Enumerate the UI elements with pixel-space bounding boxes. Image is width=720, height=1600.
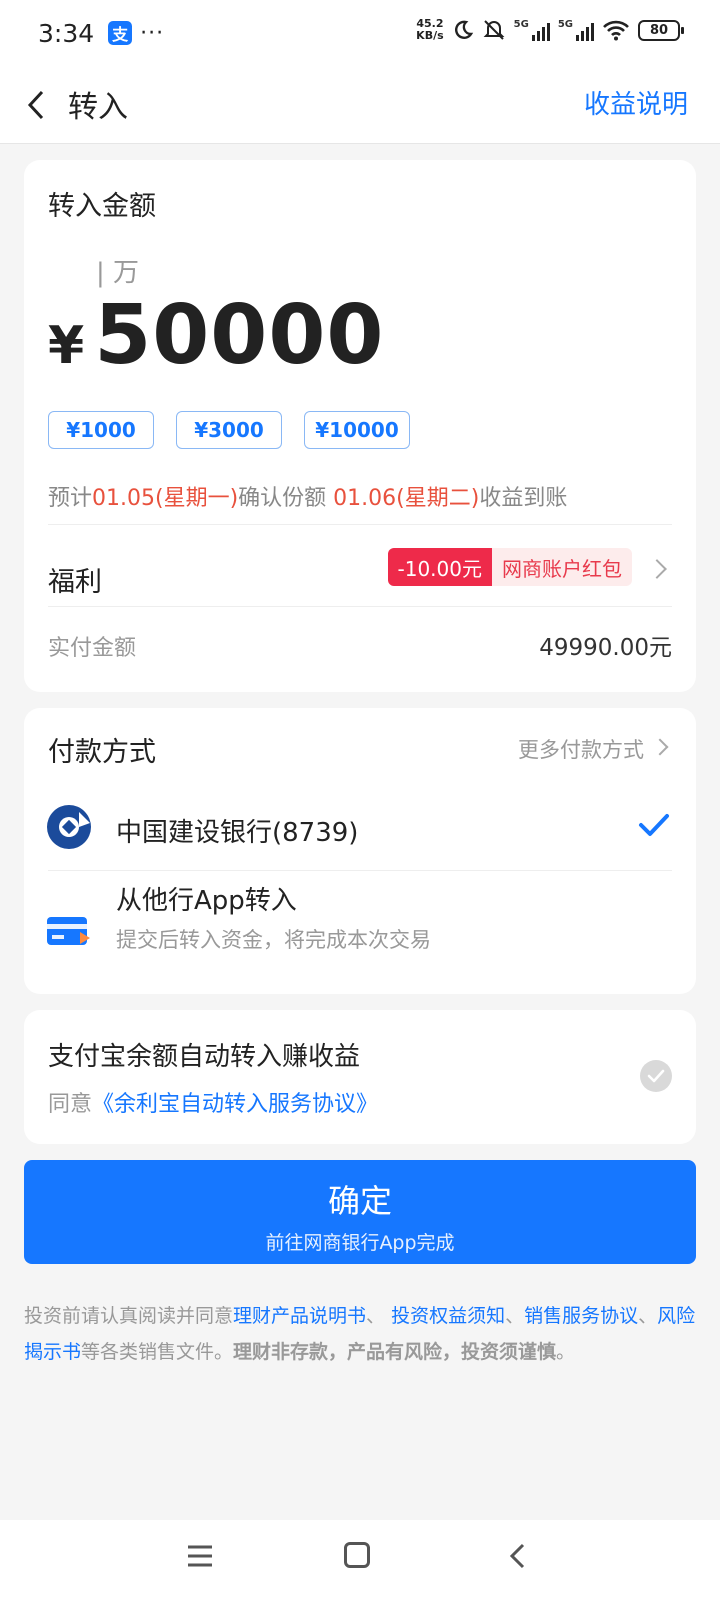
chevron-right-icon[interactable] xyxy=(647,559,667,579)
risk-warning: 理财非存款，产品有风险，投资须谨慎 xyxy=(233,1341,557,1363)
other-bank-app-option[interactable]: 从他行App转入 xyxy=(116,880,297,917)
currency-symbol: ¥ xyxy=(48,316,85,376)
quick-amount-options: ¥1000 ¥3000 ¥10000 xyxy=(48,411,410,449)
quick-amount-button[interactable]: ¥3000 xyxy=(176,411,282,449)
nav-bar: 转入 收益说明 xyxy=(0,66,720,144)
sim1-label: 5G xyxy=(513,19,529,30)
sales-agreement-link[interactable]: 销售服务协议 xyxy=(524,1305,638,1327)
silent-icon xyxy=(483,20,505,40)
system-navigation-bar xyxy=(0,1520,720,1600)
benefit-amount: -10.00元 xyxy=(387,548,492,586)
divider xyxy=(48,524,672,525)
income-date: 01.06(星期二) xyxy=(333,486,480,511)
agree-prefix: 同意 xyxy=(48,1092,93,1117)
signal-icon-sim2: 5G xyxy=(558,19,594,41)
confirm-button-sublabel: 前往网商银行App完成 xyxy=(265,1232,455,1254)
network-speed: 45.2 KB/s xyxy=(416,18,443,42)
auto-transfer-card: 支付宝余额自动转入赚收益 同意《余利宝自动转入服务协议》 xyxy=(24,1010,696,1144)
more-notifications-icon: ··· xyxy=(140,20,165,46)
earnings-info-link[interactable]: 收益说明 xyxy=(584,84,688,121)
signal-icon-sim1: 5G xyxy=(514,19,550,41)
sim2-label: 5G xyxy=(557,19,573,30)
ccb-bank-logo-icon xyxy=(47,805,91,849)
back-icon[interactable] xyxy=(508,1542,526,1570)
amount-value[interactable]: 50000 xyxy=(94,288,384,383)
agreement-link[interactable]: 《余利宝自动转入服务协议》 xyxy=(92,1092,378,1117)
status-time: 3:34 xyxy=(38,18,95,48)
amount-input[interactable]: ¥ 50000 xyxy=(48,288,384,383)
divider xyxy=(48,606,672,607)
investor-rights-link[interactable]: 投资权益须知 xyxy=(391,1305,505,1327)
benefit-tag[interactable]: -10.00元 网商账户红包 xyxy=(387,548,632,586)
disclaimer-text: 。 xyxy=(556,1341,576,1363)
amount-label: 转入金额 xyxy=(48,191,156,222)
page-title: 转入 xyxy=(68,90,128,125)
amount-card: 转入金额 | 万 ¥ 50000 ¥1000 ¥3000 ¥10000 预计01… xyxy=(24,160,696,692)
auto-transfer-checkbox[interactable] xyxy=(640,1060,672,1092)
confirm-date: 01.05(星期一) xyxy=(92,486,239,511)
benefit-name: 网商账户红包 xyxy=(492,548,632,586)
auto-transfer-title: 支付宝余额自动转入赚收益 xyxy=(48,1042,361,1072)
alipay-app-icon: 支 xyxy=(108,21,133,45)
checkmark-icon xyxy=(639,814,669,836)
back-arrow-icon[interactable] xyxy=(22,88,54,122)
more-payment-methods-link[interactable]: 更多付款方式 xyxy=(518,734,644,764)
disclaimer-text: 、 xyxy=(505,1305,525,1327)
other-bank-app-subtitle: 提交后转入资金，将完成本次交易 xyxy=(116,928,431,952)
disclaimer-text: 投资前请认真阅读并同意 xyxy=(24,1305,234,1327)
network-speed-unit: KB/s xyxy=(416,29,444,42)
disclaimer: 投资前请认真阅读并同意理财产品说明书、 投资权益须知、销售服务协议、风险揭示书等… xyxy=(24,1298,696,1370)
home-icon[interactable] xyxy=(344,1542,370,1568)
battery-indicator: 80 xyxy=(638,19,684,41)
wifi-icon xyxy=(603,20,629,41)
moon-icon xyxy=(454,20,473,39)
quick-amount-button[interactable]: ¥10000 xyxy=(304,411,410,449)
paid-amount-value: 49990.00元 xyxy=(539,635,672,661)
divider xyxy=(48,870,672,871)
estimate-text: 预计01.05(星期一)确认份额 01.06(星期二)收益到账 xyxy=(48,480,567,512)
auto-transfer-agreement: 同意《余利宝自动转入服务协议》 xyxy=(48,1086,378,1118)
benefit-label: 福利 xyxy=(48,567,102,598)
disclaimer-text: 、 xyxy=(366,1305,392,1327)
menu-icon[interactable] xyxy=(186,1544,214,1568)
payment-method-title: 付款方式 xyxy=(48,737,156,768)
product-manual-link[interactable]: 理财产品说明书 xyxy=(233,1305,366,1327)
bank-card-icon xyxy=(47,917,90,945)
chevron-right-icon[interactable] xyxy=(651,738,669,756)
disclaimer-text: 等各类销售文件。 xyxy=(81,1341,234,1363)
estimate-prefix: 预计 xyxy=(48,486,93,511)
quick-amount-button[interactable]: ¥1000 xyxy=(48,411,154,449)
income-text: 收益到账 xyxy=(479,486,568,511)
disclaimer-text: 、 xyxy=(638,1305,658,1327)
confirm-text: 确认份额 xyxy=(238,486,334,511)
status-indicators: 45.2 KB/s 5G 5G 80 xyxy=(416,18,684,42)
bank-option-ccb[interactable]: 中国建设银行(8739) xyxy=(116,812,358,849)
amount-unit-hint: | 万 xyxy=(96,258,140,288)
confirm-button[interactable]: 确定 前往网商银行App完成 xyxy=(24,1160,696,1264)
check-icon xyxy=(647,1069,665,1083)
status-bar: 3:34 支 ··· 45.2 KB/s 5G 5G 80 xyxy=(0,0,720,66)
payment-method-card: 付款方式 更多付款方式 中国建设银行(8739) 从他行App转入 提交后转入资… xyxy=(24,708,696,994)
paid-amount-label: 实付金额 xyxy=(48,636,137,661)
confirm-button-label: 确定 xyxy=(327,1182,392,1220)
